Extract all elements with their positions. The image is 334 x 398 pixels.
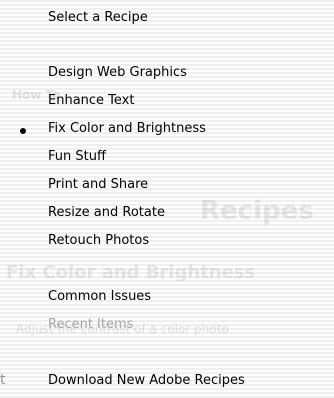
menu-item-enhance-text[interactable]: Enhance Text xyxy=(48,91,134,111)
background-recipes-title: Recipes xyxy=(200,196,314,226)
menu-item-download-new-adobe-recipes[interactable]: Download New Adobe Recipes xyxy=(48,371,245,391)
menu-item-resize-and-rotate[interactable]: Resize and Rotate xyxy=(48,203,165,223)
menu-item-design-web-graphics[interactable]: Design Web Graphics xyxy=(48,63,187,83)
menu-item-retouch-photos[interactable]: Retouch Photos xyxy=(48,231,149,251)
background-fragment: t xyxy=(0,372,6,388)
recipe-menu: How To Recipes Fix Color and Brightness … xyxy=(0,0,334,398)
menu-item-fun-stuff[interactable]: Fun Stuff xyxy=(48,147,106,167)
menu-item-select-a-recipe[interactable]: Select a Recipe xyxy=(48,8,148,28)
background-section-title: Fix Color and Brightness xyxy=(6,262,256,283)
menu-item-recent-items: Recent Items xyxy=(48,317,134,332)
menu-item-print-and-share[interactable]: Print and Share xyxy=(48,175,148,195)
checkmark-bullet-icon xyxy=(20,128,26,134)
menu-item-common-issues[interactable]: Common Issues xyxy=(48,287,151,307)
menu-item-fix-color-and-brightness[interactable]: Fix Color and Brightness xyxy=(48,119,206,139)
